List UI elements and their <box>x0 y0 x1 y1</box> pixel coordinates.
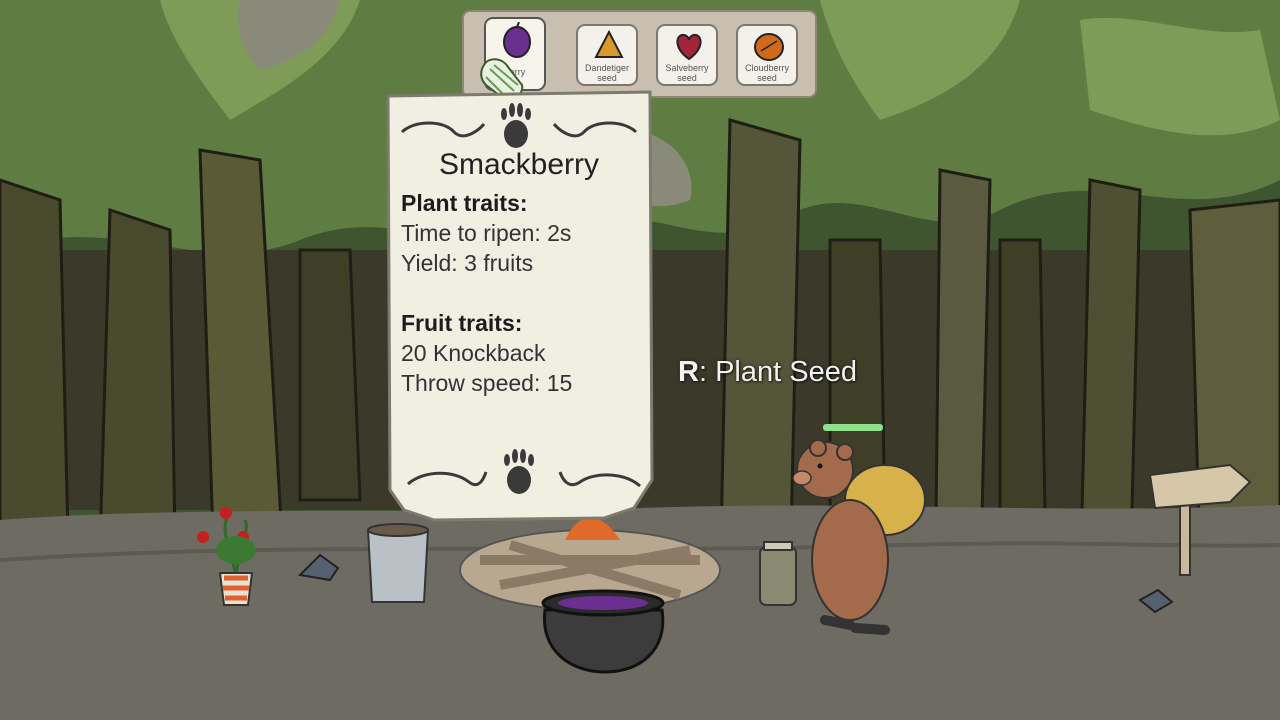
yield-text: Yield: 3 fruits <box>401 250 534 276</box>
fruit-traits-heading: Fruit traits: <box>401 310 523 336</box>
throw-speed-text: Throw speed: 15 <box>401 370 573 396</box>
plant-traits-heading: Plant traits: <box>401 190 528 216</box>
seed-slot-dandetiger[interactable]: Dandetiger seed <box>576 24 638 86</box>
prompt-key: R <box>678 356 699 388</box>
seed-slot-label: seed <box>757 73 777 83</box>
prompt-action: : Plant Seed <box>698 356 857 388</box>
seed-tooltip-card: Smackberry Plant traits: Time to ripen: … <box>384 90 654 522</box>
seed-slot-label: Dandetiger <box>584 63 630 73</box>
seed-slot-label: seed <box>677 73 697 83</box>
cloudberry-seed-icon <box>754 33 784 61</box>
seed-slot-label: Cloudberry <box>744 63 790 73</box>
player-health-bar <box>823 424 883 431</box>
seed-jar <box>759 541 797 606</box>
seed-slot-label: seed <box>597 73 617 83</box>
seed-slot-cloudberry[interactable]: Cloudberry seed <box>736 24 798 86</box>
time-to-ripen-text: Time to ripen: 2s <box>401 220 572 246</box>
seed-slot-salveberry[interactable]: Salveberry seed <box>656 24 718 86</box>
player-health-fill <box>823 424 883 431</box>
dandetiger-seed-icon <box>594 29 624 58</box>
salveberry-seed-icon <box>676 33 702 61</box>
tooltip-title: Smackberry <box>438 148 600 181</box>
smackberry-seed-icon <box>503 22 531 58</box>
seed-slot-label: Salveberry <box>665 63 709 73</box>
plant-seed-prompt: R: Plant Seed <box>678 356 857 389</box>
bucket <box>366 523 430 603</box>
knockback-text: 20 Knockback <box>401 340 546 366</box>
